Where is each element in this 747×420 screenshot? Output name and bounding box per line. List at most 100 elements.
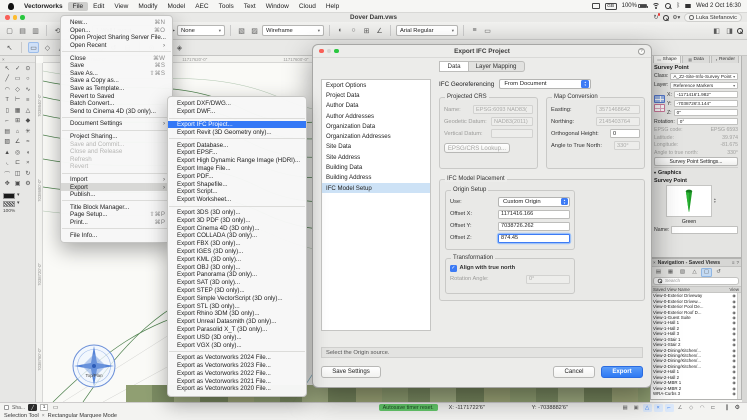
selection-tool[interactable]: ↖ [2, 64, 12, 73]
class-options-icon[interactable]: ▨ [249, 25, 260, 36]
export-submenu-item[interactable]: Export COLLADA (3D only)... [168, 232, 306, 240]
export-submenu-item[interactable]: Export Parasolid X_T (3D only)... [168, 326, 306, 334]
zoom-window-button[interactable] [20, 15, 25, 20]
snap-icon[interactable]: × [654, 404, 663, 412]
file-menu-item[interactable]: Save As... ⇧⌘S [61, 70, 172, 78]
file-menu-item[interactable]: Send to Cinema 4D (3D only)... [61, 108, 172, 116]
file-menu-item[interactable]: Batch Convert... [61, 100, 172, 108]
apple-logo-icon[interactable] [8, 3, 14, 10]
close-panel-icon[interactable]: × [653, 260, 656, 265]
layer-dropdown[interactable]: Reference Markers▾ [670, 82, 738, 90]
visibility-eye-icon[interactable]: ◉ [729, 293, 739, 298]
saved-view-row[interactable]: View-2-Hall 1 ◉ [651, 369, 741, 374]
battery-indicator[interactable]: 100% [622, 3, 648, 9]
column-name[interactable]: Saved View Name [653, 287, 729, 292]
saved-view-row[interactable]: View-2-MBR 1 ◉ [651, 380, 741, 385]
menu-bar-item[interactable]: Text [239, 2, 261, 11]
snap-icon[interactable]: ⌐ [665, 404, 674, 412]
navigation-mode-icon[interactable]: △ [689, 268, 700, 277]
saved-view-row[interactable]: View-2-Dining/Kitchen/... ◉ [651, 353, 741, 358]
ruler-icon[interactable]: ▭ [51, 403, 60, 412]
export-submenu-item[interactable]: Export 3D PDF (3D only)... [168, 216, 306, 224]
visibility-eye-icon[interactable]: ◉ [729, 342, 739, 347]
visibility-eye-icon[interactable]: ◉ [729, 391, 739, 396]
export-submenu-item[interactable]: Export DXF/DWG... [168, 100, 306, 108]
attribute-tool[interactable]: ⚙ [23, 180, 33, 189]
file-menu-item[interactable]: New... ⌘N [61, 19, 172, 27]
menu-bar-item[interactable]: File [68, 2, 88, 11]
saved-view-row[interactable]: View-1-Guest Suite ◉ [651, 315, 741, 320]
pan-tool[interactable]: ✓ [12, 64, 22, 73]
door-tool[interactable]: ⌐ [2, 117, 12, 126]
connect-tool[interactable]: ⌒ [2, 169, 12, 178]
export-submenu-item[interactable]: Export STL (3D only)... [168, 302, 306, 310]
freehand-tool[interactable]: ∿ [23, 85, 33, 94]
arc-tool[interactable]: ◠ [2, 85, 12, 94]
export-submenu-item[interactable]: Export EPSF... [168, 149, 306, 157]
file-menu-item[interactable]: Revert [61, 163, 172, 171]
sync-notification-icon[interactable]: ↻ [654, 14, 659, 21]
x-coordinate-field[interactable]: -1171416'1.982" [674, 91, 738, 99]
export-submenu-item[interactable]: Export Image File... [168, 165, 306, 173]
menu-bar-item[interactable]: Modify [133, 2, 162, 11]
panel-help-icon[interactable]: ? [736, 260, 739, 265]
visibility-eye-icon[interactable]: ◉ [729, 320, 739, 325]
dialog-tab[interactable]: Layer Mapping [469, 61, 525, 72]
export-submenu-item[interactable]: Export as Vectorworks 2020 File... [168, 385, 306, 393]
saved-view-row[interactable]: View-2-Dining/Kitchen/... ◉ [651, 347, 741, 352]
chevron-down-icon[interactable]: ▾ [17, 201, 19, 206]
pen-style-button[interactable]: ╱ [28, 404, 37, 411]
origin-use-dropdown[interactable]: Custom Origin ▴▾ [498, 197, 570, 207]
pane-list-item[interactable]: Site Data [322, 142, 430, 152]
menu-bar-item[interactable]: Vectorworks [19, 2, 68, 11]
pane-list-item[interactable]: Building Data [322, 162, 430, 172]
saved-view-row[interactable]: View-0-Exterior Drivew... ◉ [651, 298, 741, 303]
toolbar-search-icon[interactable] [737, 28, 743, 34]
file-menu-item[interactable]: Publish... [61, 191, 172, 199]
line-tool[interactable]: ╱ [2, 75, 12, 84]
contour-tool[interactable]: ≈ [23, 138, 33, 147]
export-submenu-item[interactable]: Export DWF... [168, 108, 306, 116]
saved-views-search[interactable]: Search [653, 277, 739, 285]
offset-x-field[interactable]: 1171416.166 [498, 210, 570, 219]
sweep-tool[interactable]: ◎ [12, 148, 22, 157]
export-submenu-item[interactable]: Export 3DS (3D only)... [168, 209, 306, 217]
export-submenu-item[interactable]: Export PDF... [168, 172, 306, 180]
selection-tool-icon[interactable]: ↖ [4, 42, 15, 53]
rectangle-tool[interactable]: ▭ [12, 75, 22, 84]
pause-snapping-icon[interactable]: ∥ [726, 404, 729, 411]
circle-tool[interactable]: ○ [23, 75, 33, 84]
visibility-eye-icon[interactable]: ◉ [729, 331, 739, 336]
export-submenu-item[interactable]: Export KML (3D only)... [168, 255, 306, 263]
palette-toggle-right-icon[interactable]: ◨ [724, 25, 735, 36]
dialog-tab[interactable]: Data [439, 61, 468, 72]
offset-y-field[interactable]: 7038726.262 [498, 222, 570, 231]
site-tool[interactable]: ⌂ [12, 127, 22, 136]
settings-gear-icon[interactable]: ⚙ [735, 404, 740, 411]
survey-point-settings-button[interactable]: Survey Point Settings... [654, 157, 738, 166]
file-menu-item[interactable]: Document Settings › [61, 120, 172, 128]
text-style-icon[interactable]: ≡ [469, 25, 480, 36]
palette-toggle-left-icon[interactable]: ◧ [711, 25, 722, 36]
visibility-eye-icon[interactable]: ◉ [729, 358, 739, 363]
export-submenu-item[interactable]: Export USD (3D only)... [168, 333, 306, 341]
export-submenu-item[interactable]: Export as Vectorworks 2024 File... [168, 354, 306, 362]
hardscape-tool[interactable]: ▨ [2, 138, 12, 147]
polygon-tool[interactable]: ◇ [12, 85, 22, 94]
visibility-eye-icon[interactable]: ◉ [729, 369, 739, 374]
menu-bar-item[interactable]: Cloud [294, 2, 321, 11]
move-tool[interactable]: ✥ [2, 180, 12, 189]
save-settings-button[interactable]: Save Settings [321, 366, 381, 378]
export-submenu-item[interactable]: Export VGX (3D only)... [168, 341, 306, 349]
file-menu-item[interactable]: Close ⌘W [61, 54, 172, 62]
visibility-eye-icon[interactable]: ◉ [729, 304, 739, 309]
z-coordinate-field[interactable]: 0" [674, 109, 738, 117]
export-submenu-item[interactable]: Export Cinema 4D (3D only)... [168, 224, 306, 232]
export-submenu-item[interactable]: Export Shapefile... [168, 180, 306, 188]
snap-icon[interactable]: ▦ [621, 404, 630, 412]
offset-tool[interactable]: ⊏ [12, 159, 22, 168]
zoom-tool[interactable]: ⊙ [23, 64, 33, 73]
menu-bar-item[interactable]: AEC [190, 2, 213, 11]
render-mode-dropdown[interactable]: Wireframe▾ [262, 25, 324, 36]
menu-bar-clock[interactable]: Wed 2 Oct 16:30 [696, 3, 741, 9]
